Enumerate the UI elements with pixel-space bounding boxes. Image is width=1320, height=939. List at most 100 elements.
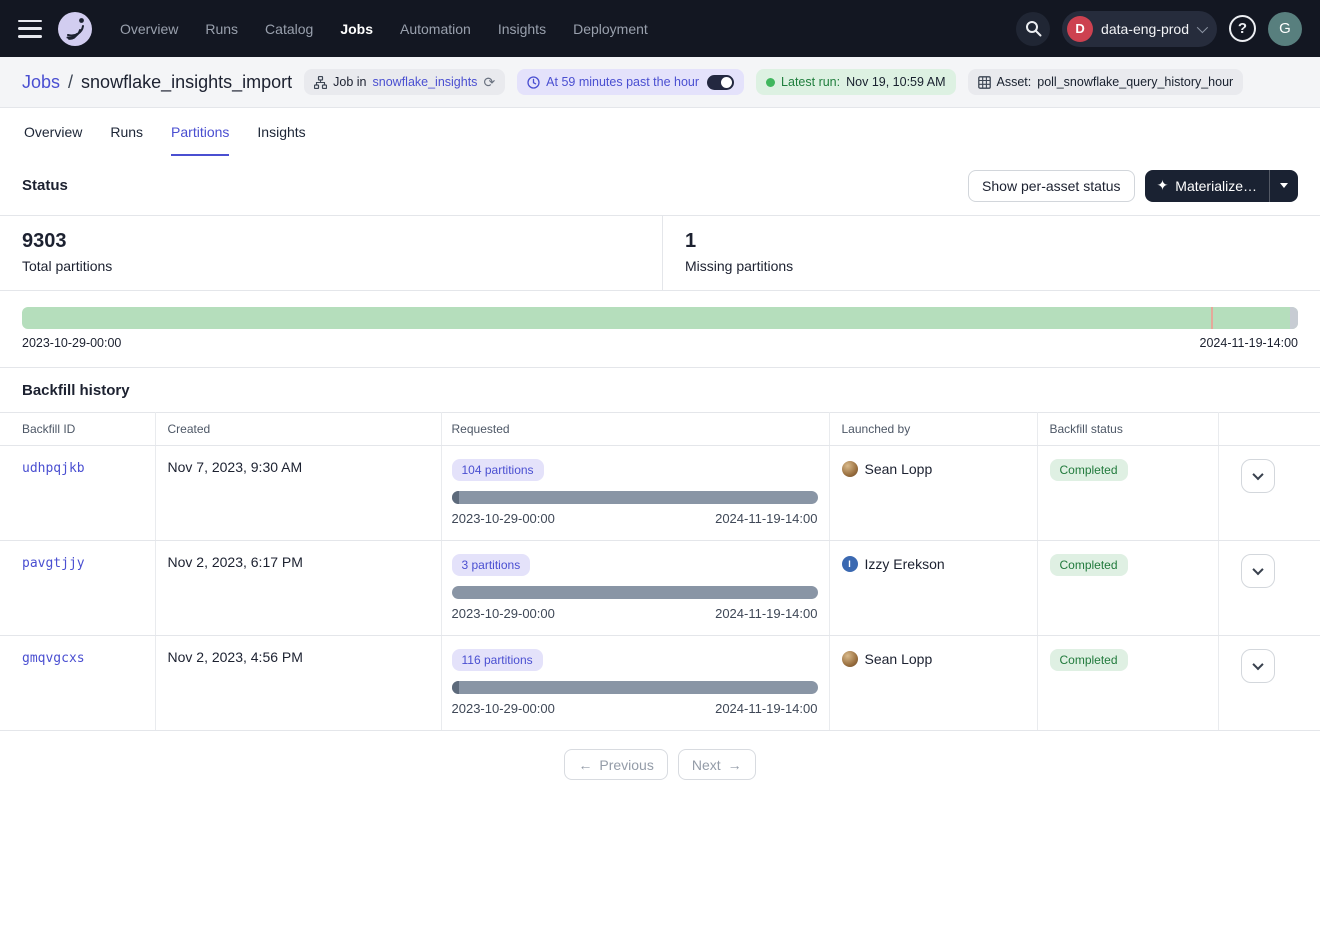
nav-item-automation[interactable]: Automation: [400, 21, 471, 37]
tab-runs[interactable]: Runs: [110, 108, 143, 156]
job-in-label: Job in: [333, 75, 366, 89]
schedule-toggle[interactable]: [707, 75, 734, 90]
reload-icon[interactable]: ⟳: [483, 75, 495, 89]
asset-label: Asset:: [997, 75, 1032, 89]
partition-health-bar[interactable]: [22, 307, 1298, 329]
total-partitions-stat: 9303 Total partitions: [0, 216, 663, 290]
col-header-created: Created: [155, 413, 441, 446]
materialize-button[interactable]: ✦ Materialize…: [1145, 170, 1270, 202]
partitions-count-badge: 104 partitions: [452, 459, 544, 481]
page-title: snowflake_insights_import: [81, 72, 292, 93]
tab-partitions[interactable]: Partitions: [171, 108, 229, 156]
workspace-name: data-eng-prod: [1101, 21, 1189, 37]
partition-stats: 9303 Total partitions 1 Missing partitio…: [0, 216, 1320, 291]
nav-item-catalog[interactable]: Catalog: [265, 21, 313, 37]
chevron-down-icon: [1252, 659, 1263, 670]
user-photo-avatar: [842, 651, 858, 667]
asset-badge[interactable]: Asset: poll_snowflake_query_history_hour: [968, 69, 1244, 95]
requested-range-start: 2023-10-29-00:00: [452, 606, 555, 621]
primary-nav: Overview Runs Catalog Jobs Automation In…: [120, 21, 648, 37]
status-title: Status: [22, 177, 68, 194]
missing-partition-segment: [1290, 307, 1298, 329]
user-initial-avatar: I: [842, 556, 858, 572]
created-timestamp: Nov 2, 2023, 4:56 PM: [168, 649, 303, 665]
backfill-id-link[interactable]: pavgtjjy: [22, 556, 85, 571]
latest-run-time[interactable]: Nov 19, 10:59 AM: [846, 75, 945, 89]
created-timestamp: Nov 7, 2023, 9:30 AM: [168, 459, 303, 475]
missing-partitions-stat: 1 Missing partitions: [663, 216, 815, 290]
requested-range-highlight: [452, 491, 459, 504]
dagster-logo-icon[interactable]: [56, 10, 94, 48]
missing-partitions-value: 1: [685, 230, 793, 253]
table-row: udhpqjkb Nov 7, 2023, 9:30 AM 104 partit…: [0, 446, 1320, 541]
search-button[interactable]: [1016, 12, 1050, 46]
chevron-down-icon: [1280, 183, 1288, 188]
workspace-switcher[interactable]: D data-eng-prod: [1062, 11, 1217, 47]
help-button[interactable]: ?: [1229, 15, 1256, 42]
row-actions-dropdown-button[interactable]: [1241, 554, 1275, 588]
materialize-label: Materialize…: [1175, 178, 1257, 194]
backfill-table: Backfill ID Created Requested Launched b…: [0, 412, 1320, 731]
clock-icon: [527, 76, 540, 89]
range-end-label: 2024-11-19-14:00: [1200, 336, 1298, 350]
requested-range-start: 2023-10-29-00:00: [452, 701, 555, 716]
user-photo-avatar: [842, 461, 858, 477]
table-row: gmqvgcxs Nov 2, 2023, 4:56 PM 116 partit…: [0, 636, 1320, 731]
backfill-status-badge: Completed: [1050, 459, 1128, 481]
launched-by-name: Sean Lopp: [865, 651, 933, 667]
table-header-row: Backfill ID Created Requested Launched b…: [0, 413, 1320, 446]
avatar-initial: G: [1279, 20, 1291, 37]
nav-item-deployment[interactable]: Deployment: [573, 21, 648, 37]
requested-range-bar: [452, 586, 818, 599]
search-icon: [1025, 20, 1042, 37]
status-dot-icon: [766, 78, 775, 87]
arrow-right-icon: →: [728, 757, 742, 773]
previous-page-button[interactable]: ← Previous: [564, 749, 667, 780]
breadcrumb-jobs-link[interactable]: Jobs: [22, 72, 60, 93]
requested-range-end: 2024-11-19-14:00: [715, 606, 817, 621]
nav-item-jobs[interactable]: Jobs: [340, 21, 373, 37]
row-actions-dropdown-button[interactable]: [1241, 649, 1275, 683]
tab-overview[interactable]: Overview: [24, 108, 82, 156]
requested-range-bar: [452, 681, 818, 694]
nav-item-overview[interactable]: Overview: [120, 21, 178, 37]
job-tabs: Overview Runs Partitions Insights: [0, 108, 1320, 156]
backfill-id-link[interactable]: udhpqjkb: [22, 461, 85, 476]
status-header: Status Show per-asset status ✦ Materiali…: [0, 156, 1320, 216]
missing-partitions-label: Missing partitions: [685, 258, 793, 274]
backfill-history-title: Backfill history: [0, 368, 1320, 412]
partition-health-bar-section: 2023-10-29-00:00 2024-11-19-14:00: [0, 291, 1320, 350]
col-header-launched-by: Launched by: [829, 413, 1037, 446]
job-graph-icon: [314, 76, 327, 89]
latest-run-badge: Latest run: Nov 19, 10:59 AM: [756, 69, 955, 95]
job-location-badge: Job in snowflake_insights ⟳: [304, 69, 505, 95]
hamburger-menu-icon[interactable]: [18, 20, 42, 38]
col-header-actions: [1218, 413, 1320, 446]
col-header-requested: Requested: [441, 413, 829, 446]
asset-name[interactable]: poll_snowflake_query_history_hour: [1037, 75, 1233, 89]
col-header-backfill-status: Backfill status: [1037, 413, 1218, 446]
nav-item-runs[interactable]: Runs: [205, 21, 238, 37]
asset-table-icon: [978, 76, 991, 89]
show-per-asset-status-button[interactable]: Show per-asset status: [968, 170, 1135, 202]
arrow-left-icon: ←: [578, 757, 592, 773]
user-avatar[interactable]: G: [1268, 12, 1302, 46]
partitions-count-badge: 116 partitions: [452, 649, 543, 671]
question-mark-icon: ?: [1238, 20, 1247, 37]
top-nav: Overview Runs Catalog Jobs Automation In…: [0, 0, 1320, 57]
created-timestamp: Nov 2, 2023, 6:17 PM: [168, 554, 303, 570]
repo-link[interactable]: snowflake_insights: [373, 75, 478, 89]
tab-insights[interactable]: Insights: [257, 108, 305, 156]
nav-item-insights[interactable]: Insights: [498, 21, 546, 37]
row-actions-dropdown-button[interactable]: [1241, 459, 1275, 493]
breadcrumb-separator: /: [68, 72, 73, 93]
chevron-down-icon: [1197, 21, 1208, 32]
schedule-label: At 59 minutes past the hour: [546, 75, 699, 89]
requested-range-end: 2024-11-19-14:00: [715, 701, 817, 716]
partitions-count-badge: 3 partitions: [452, 554, 531, 576]
table-row: pavgtjjy Nov 2, 2023, 6:17 PM 3 partitio…: [0, 541, 1320, 636]
materialize-dropdown-button[interactable]: [1270, 170, 1298, 202]
backfill-id-link[interactable]: gmqvgcxs: [22, 651, 85, 666]
next-page-button[interactable]: Next →: [678, 749, 756, 780]
latest-run-label: Latest run:: [781, 75, 840, 89]
